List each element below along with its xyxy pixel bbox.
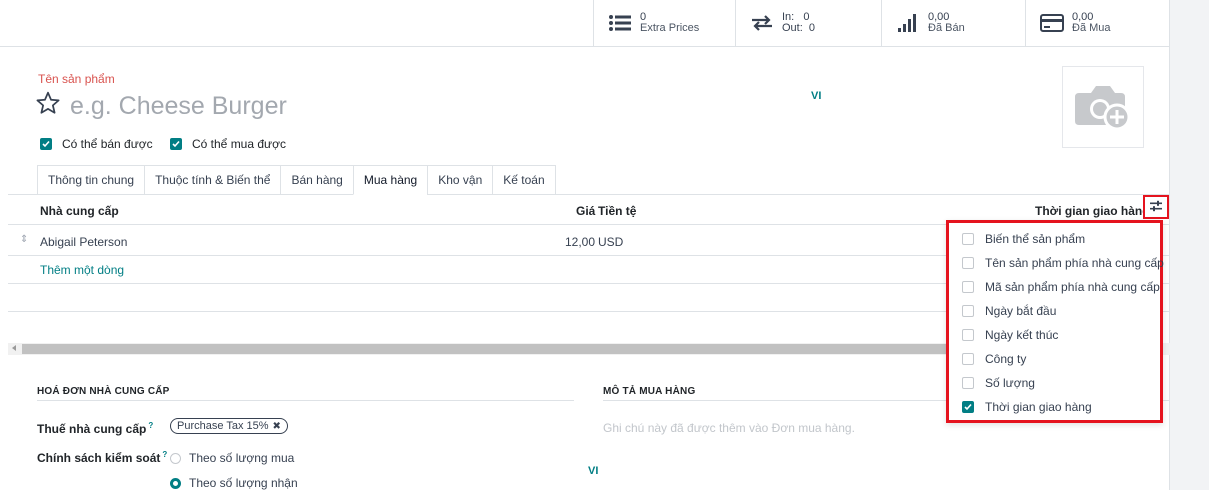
checkbox: [962, 281, 974, 293]
option-label: Biến thể sản phẩm: [985, 232, 1086, 246]
sold-button[interactable]: 0,00 Đã Bán: [881, 0, 1025, 46]
help-tooltip[interactable]: ?: [162, 450, 167, 459]
favorite-star-icon[interactable]: [35, 90, 61, 116]
checkbox: [962, 305, 974, 317]
option-label: Ngày bắt đầu: [985, 304, 1057, 318]
checkbox: [962, 377, 974, 389]
cell-price: 12,00: [565, 235, 596, 249]
purchased-label: Đã Mua: [1072, 22, 1111, 34]
notebook-tabs: Thông tin chung Thuộc tính & Biến thể Bá…: [37, 165, 556, 195]
checkbox: [962, 257, 974, 269]
tab-sales[interactable]: Bán hàng: [280, 165, 353, 195]
form-sheet: 0 Extra Prices In: 0 Out: 0 0,00 Đã Bán 0,…: [0, 0, 1170, 490]
cell-vendor: Abigail Peterson: [40, 235, 128, 249]
signal-bars-icon: [896, 13, 920, 33]
column-option-quantity[interactable]: Số lượng: [962, 376, 1035, 390]
can-be-sold-checkbox[interactable]: Có thể bán được: [40, 137, 153, 151]
column-option-company[interactable]: Công ty: [962, 352, 1026, 366]
scroll-left-icon[interactable]: [12, 345, 16, 351]
help-tooltip[interactable]: ?: [148, 421, 153, 430]
out-label: Out:: [782, 22, 803, 34]
translate-button[interactable]: VI: [588, 465, 598, 477]
tax-tag-label: Purchase Tax 15%: [177, 420, 269, 432]
can-be-purchased-label: Có thể mua được: [192, 137, 286, 151]
purchase-description-input[interactable]: Ghi chú này đã được thêm vào Đơn mua hàn…: [603, 421, 855, 435]
credit-card-icon: [1040, 13, 1064, 33]
extra-prices-button[interactable]: 0 Extra Prices: [593, 0, 735, 46]
in-out-button[interactable]: In: 0 Out: 0: [735, 0, 881, 46]
column-option-vendor-product-code[interactable]: Mã sản phẩm phía nhà cung cấp: [962, 280, 1160, 294]
purchased-button[interactable]: 0,00 Đã Mua: [1025, 0, 1170, 46]
checkbox: [962, 353, 974, 365]
list-icon: [608, 13, 632, 33]
radio-received-quantity[interactable]: Theo số lượng nhận: [170, 476, 298, 490]
column-header-vendor[interactable]: Nhà cung cấp: [40, 204, 119, 218]
option-label: Tên sản phẩm phía nhà cung cấp: [985, 256, 1164, 270]
vendor-bills-title: HOÁ ĐƠN NHÀ CUNG CẤP: [37, 386, 170, 397]
can-be-purchased-checkbox[interactable]: Có thể mua được: [170, 137, 286, 151]
radio-circle: [170, 452, 181, 464]
drag-handle-icon[interactable]: ⇕: [20, 234, 28, 245]
column-option-start-date[interactable]: Ngày bắt đầu: [962, 304, 1056, 318]
cell-currency: USD: [598, 235, 624, 249]
control-policy-label: Chính sách kiểm soát?: [37, 450, 168, 465]
tab-accounting[interactable]: Kế toán: [492, 165, 556, 195]
translate-button[interactable]: VI: [811, 90, 821, 102]
column-option-vendor-product-name[interactable]: Tên sản phẩm phía nhà cung cấp: [962, 256, 1164, 270]
radio-received-label: Theo số lượng nhận: [189, 476, 298, 490]
vendor-tax-label: Thuế nhà cung cấp?: [37, 421, 154, 436]
column-header-lead-time[interactable]: Thời gian giao hàng: [1035, 204, 1150, 218]
remove-tag-icon[interactable]: ✖: [273, 421, 281, 432]
tax-tag: Purchase Tax 15% ✖: [170, 418, 288, 434]
camera-plus-icon: [1071, 81, 1135, 134]
scrollbar-thumb[interactable]: [22, 344, 950, 354]
check-icon: [170, 138, 182, 150]
exchange-icon: [750, 13, 774, 33]
checkbox: [962, 233, 974, 245]
extra-prices-label: Extra Prices: [640, 22, 700, 34]
check-icon: [40, 138, 52, 150]
tab-general-info[interactable]: Thông tin chung: [37, 165, 145, 195]
option-label: Công ty: [985, 352, 1027, 366]
smart-button-bar: 0 Extra Prices In: 0 Out: 0 0,00 Đã Bán 0,…: [0, 0, 1170, 47]
radio-circle-selected: [170, 477, 181, 489]
column-option-end-date[interactable]: Ngày kết thúc: [962, 328, 1058, 342]
page-gutter: [1170, 0, 1209, 490]
option-label: Thời gian giao hàng: [985, 400, 1092, 414]
add-line-link[interactable]: Thêm một dòng: [40, 263, 124, 277]
checkbox: [962, 329, 974, 341]
product-image-upload[interactable]: [1062, 66, 1144, 148]
column-option-product-variant[interactable]: Biến thể sản phẩm: [962, 232, 1085, 246]
can-be-sold-label: Có thể bán được: [62, 137, 153, 151]
optional-columns-dropdown: Biến thể sản phẩm Tên sản phẩm phía nhà …: [946, 220, 1164, 423]
tab-purchase[interactable]: Mua hàng: [352, 165, 428, 195]
tab-inventory[interactable]: Kho vận: [427, 165, 493, 195]
product-name-label: Tên sản phẩm: [38, 72, 115, 86]
optional-columns-toggle[interactable]: [1143, 195, 1169, 219]
tab-attributes-variants[interactable]: Thuộc tính & Biến thể: [144, 165, 281, 195]
out-value: 0: [808, 22, 816, 34]
sliders-icon: [1149, 200, 1163, 215]
product-name-input[interactable]: [70, 89, 790, 123]
purchase-description-title: MÔ TẢ MUA HÀNG: [603, 386, 696, 397]
column-option-lead-time[interactable]: Thời gian giao hàng: [962, 400, 1092, 414]
option-label: Ngày kết thúc: [985, 328, 1059, 342]
check-icon: [962, 401, 974, 413]
option-label: Mã sản phẩm phía nhà cung cấp: [985, 280, 1160, 294]
column-header-price[interactable]: Giá: [576, 204, 595, 218]
radio-ordered-label: Theo số lượng mua: [189, 451, 295, 465]
option-label: Số lượng: [985, 376, 1035, 390]
sold-label: Đã Bán: [928, 22, 965, 34]
column-header-currency[interactable]: Tiền tệ: [598, 204, 636, 218]
section-divider: [37, 400, 574, 401]
radio-ordered-quantity[interactable]: Theo số lượng mua: [170, 451, 294, 465]
